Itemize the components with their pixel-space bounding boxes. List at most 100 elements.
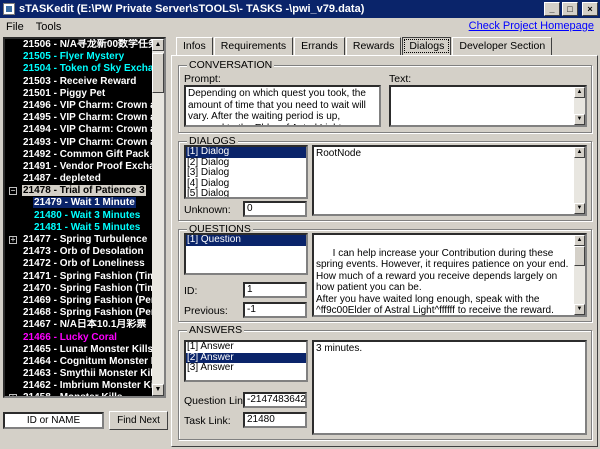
- tree-item[interactable]: 21487 - depleted: [5, 173, 156, 185]
- tree-item[interactable]: 21504 - Token of Sky Exchange: [5, 63, 156, 75]
- tree-item[interactable]: 21506 - N/A寻龙新00数学任务: [5, 39, 156, 51]
- tree-item[interactable]: 21480 - Wait 3 Minutes: [5, 210, 156, 222]
- tree-item-label: 21494 - VIP Charm: Crown and C: [23, 124, 156, 136]
- answer-text: 3 minutes.: [316, 343, 363, 354]
- prompt-textarea[interactable]: Depending on which quest you took, the a…: [184, 85, 381, 127]
- questions-listbox[interactable]: [1] Question: [184, 233, 308, 275]
- tree-item[interactable]: 21503 - Receive Reward: [5, 76, 156, 88]
- answer-textarea[interactable]: 3 minutes.: [312, 340, 587, 435]
- expand-icon[interactable]: +: [9, 236, 17, 244]
- conversation-legend: CONVERSATION: [187, 59, 275, 71]
- scroll-up-icon[interactable]: ▲: [574, 147, 585, 158]
- answer-list-item[interactable]: [3] Answer: [186, 362, 306, 374]
- tree-item-label: 21465 - Lunar Monster Kills: [23, 343, 154, 355]
- tree-item[interactable]: +21458 - Monster Kills: [5, 392, 156, 396]
- tree-item[interactable]: 21469 - Spring Fashion (Perman: [5, 295, 156, 307]
- dialog-node-scrollbar[interactable]: ▲ ▼: [574, 147, 585, 214]
- tab-requirements[interactable]: Requirements: [213, 37, 294, 55]
- menu-file[interactable]: File: [0, 21, 30, 33]
- tree-item[interactable]: +21477 - Spring Turbulence: [5, 234, 156, 246]
- scroll-thumb[interactable]: [152, 53, 164, 93]
- task-link-field[interactable]: 21480: [243, 412, 307, 428]
- dialogs-group: DIALOGS [1] Dialog [2] Dialog [3] Dialog [4…: [178, 135, 592, 221]
- tree-scrollbar[interactable]: ▲ ▼: [152, 39, 164, 396]
- search-input[interactable]: ID or NAME: [3, 412, 104, 429]
- tree-item[interactable]: 21471 - Spring Fashion (Time Li: [5, 271, 156, 283]
- answer-list-item[interactable]: [1] Answer: [186, 342, 306, 353]
- tree-item[interactable]: 21496 - VIP Charm: Crown and C: [5, 100, 156, 112]
- dialog-node-textarea[interactable]: RootNode ▲ ▼: [312, 145, 587, 216]
- tree-item[interactable]: 21494 - VIP Charm: Crown and C: [5, 124, 156, 136]
- tree-item[interactable]: −21478 - Trial of Patience 3: [5, 185, 156, 197]
- scroll-down-icon[interactable]: ▼: [574, 304, 585, 315]
- tree-item[interactable]: 21492 - Common Gift Pack: [5, 149, 156, 161]
- tree-item[interactable]: 21493 - VIP Charm: Crown and C: [5, 137, 156, 149]
- question-list-item[interactable]: [1] Question: [186, 235, 306, 246]
- tree-item-label: 21493 - VIP Charm: Crown and C: [23, 136, 156, 148]
- tree-item[interactable]: 21468 - Spring Fashion (Perman: [5, 307, 156, 319]
- tab-infos[interactable]: Infos: [176, 37, 213, 55]
- question-scrollbar[interactable]: ▲ ▼: [574, 235, 585, 315]
- scroll-up-icon[interactable]: ▲: [152, 39, 164, 51]
- text-scrollbar[interactable]: ▲ ▼: [574, 87, 585, 125]
- tree-item-label: 21467 - N/A日本10.1月彩票: [23, 319, 147, 331]
- tree-item[interactable]: 21491 - Vendor Proof Exchange: [5, 161, 156, 173]
- unknown-field[interactable]: 0: [243, 201, 307, 217]
- scroll-up-icon[interactable]: ▲: [574, 235, 585, 246]
- tree-item[interactable]: 21463 - Smythii Monster Kills: [5, 368, 156, 380]
- dialog-list-item[interactable]: [5] Dialog: [186, 188, 306, 197]
- prompt-text: Depending on which quest you took, the a…: [188, 88, 366, 125]
- prompt-label: Prompt:: [184, 73, 221, 85]
- tree-item-label: 21505 - Flyer Mystery: [23, 51, 125, 63]
- minimize-button[interactable]: _: [544, 2, 560, 16]
- tree-item[interactable]: 21473 - Orb of Desolation: [5, 246, 156, 258]
- app-icon: [3, 3, 15, 15]
- previous-field[interactable]: -1: [243, 302, 307, 318]
- collapse-icon[interactable]: −: [9, 187, 17, 196]
- answers-listbox[interactable]: [1] Answer [2] Answer [3] Answer: [184, 340, 308, 382]
- tree-item[interactable]: 21481 - Wait 5 Minutes: [5, 222, 156, 234]
- scroll-down-icon[interactable]: ▼: [574, 203, 585, 214]
- maximize-button[interactable]: □: [562, 2, 578, 16]
- questions-group: QUESTIONS [1] Question ID: 1 Previous: -…: [178, 223, 592, 322]
- text-textarea[interactable]: ▲ ▼: [389, 85, 587, 127]
- text-label: Text:: [389, 73, 412, 85]
- tree-item-label: 21462 - Imbrium Monster Kills: [23, 380, 156, 392]
- tree-item[interactable]: 21501 - Piggy Pet: [5, 88, 156, 100]
- question-id-field[interactable]: 1: [243, 282, 307, 298]
- tab-developer-section[interactable]: Developer Section: [452, 37, 553, 55]
- expand-icon[interactable]: +: [9, 394, 17, 396]
- task-link-label: Task Link:: [184, 415, 231, 427]
- homepage-link[interactable]: Check Project Homepage: [469, 20, 594, 32]
- menu-tools[interactable]: Tools: [30, 21, 68, 33]
- task-tree[interactable]: 21506 - N/A寻龙新00数学任务 21505 - Flyer Myster…: [3, 37, 166, 398]
- tab-dialogs[interactable]: Dialogs: [402, 37, 452, 55]
- tree-item-label: 21503 - Receive Reward: [23, 75, 137, 87]
- question-link-field[interactable]: -2147483642: [243, 392, 307, 408]
- dialog-list-item[interactable]: [1] Dialog: [186, 147, 306, 158]
- window-title: sTASKedit (E:\PW Private Server\sTOOLS\-…: [19, 3, 365, 15]
- tree-item[interactable]: 21470 - Spring Fashion (Time Li: [5, 283, 156, 295]
- tree-item[interactable]: 21465 - Lunar Monster Kills: [5, 344, 156, 356]
- question-textarea[interactable]: I can help increase your Contribution du…: [312, 233, 587, 317]
- close-button[interactable]: ×: [582, 2, 598, 16]
- tree-item[interactable]: 21495 - VIP Charm: Crown and C: [5, 112, 156, 124]
- tab-errands[interactable]: Errands: [294, 37, 345, 55]
- scroll-down-icon[interactable]: ▼: [574, 114, 585, 125]
- id-label: ID:: [184, 285, 198, 297]
- find-next-button[interactable]: Find Next: [109, 411, 168, 430]
- tab-rewards[interactable]: Rewards: [345, 37, 402, 55]
- tree-item[interactable]: 21472 - Orb of Loneliness: [5, 258, 156, 270]
- tree-item[interactable]: 21466 - Lucky Coral: [5, 332, 156, 344]
- tree-item[interactable]: 21462 - Imbrium Monster Kills: [5, 380, 156, 392]
- scroll-thumb[interactable]: [574, 246, 585, 266]
- dialogs-listbox[interactable]: [1] Dialog [2] Dialog [3] Dialog [4] Dialog…: [184, 145, 308, 199]
- scroll-down-icon[interactable]: ▼: [152, 384, 164, 396]
- scroll-up-icon[interactable]: ▲: [574, 87, 585, 98]
- dialog-list-item[interactable]: [3] Dialog: [186, 167, 306, 179]
- tree-item[interactable]: 21464 - Cognitum Monster Kills: [5, 356, 156, 368]
- tree-item[interactable]: 21467 - N/A日本10.1月彩票: [5, 319, 156, 331]
- tree-item[interactable]: 21505 - Flyer Mystery: [5, 51, 156, 63]
- tree-item[interactable]: 21479 - Wait 1 Minute: [5, 197, 156, 209]
- tree-item-label: 21458 - Monster Kills: [22, 392, 123, 396]
